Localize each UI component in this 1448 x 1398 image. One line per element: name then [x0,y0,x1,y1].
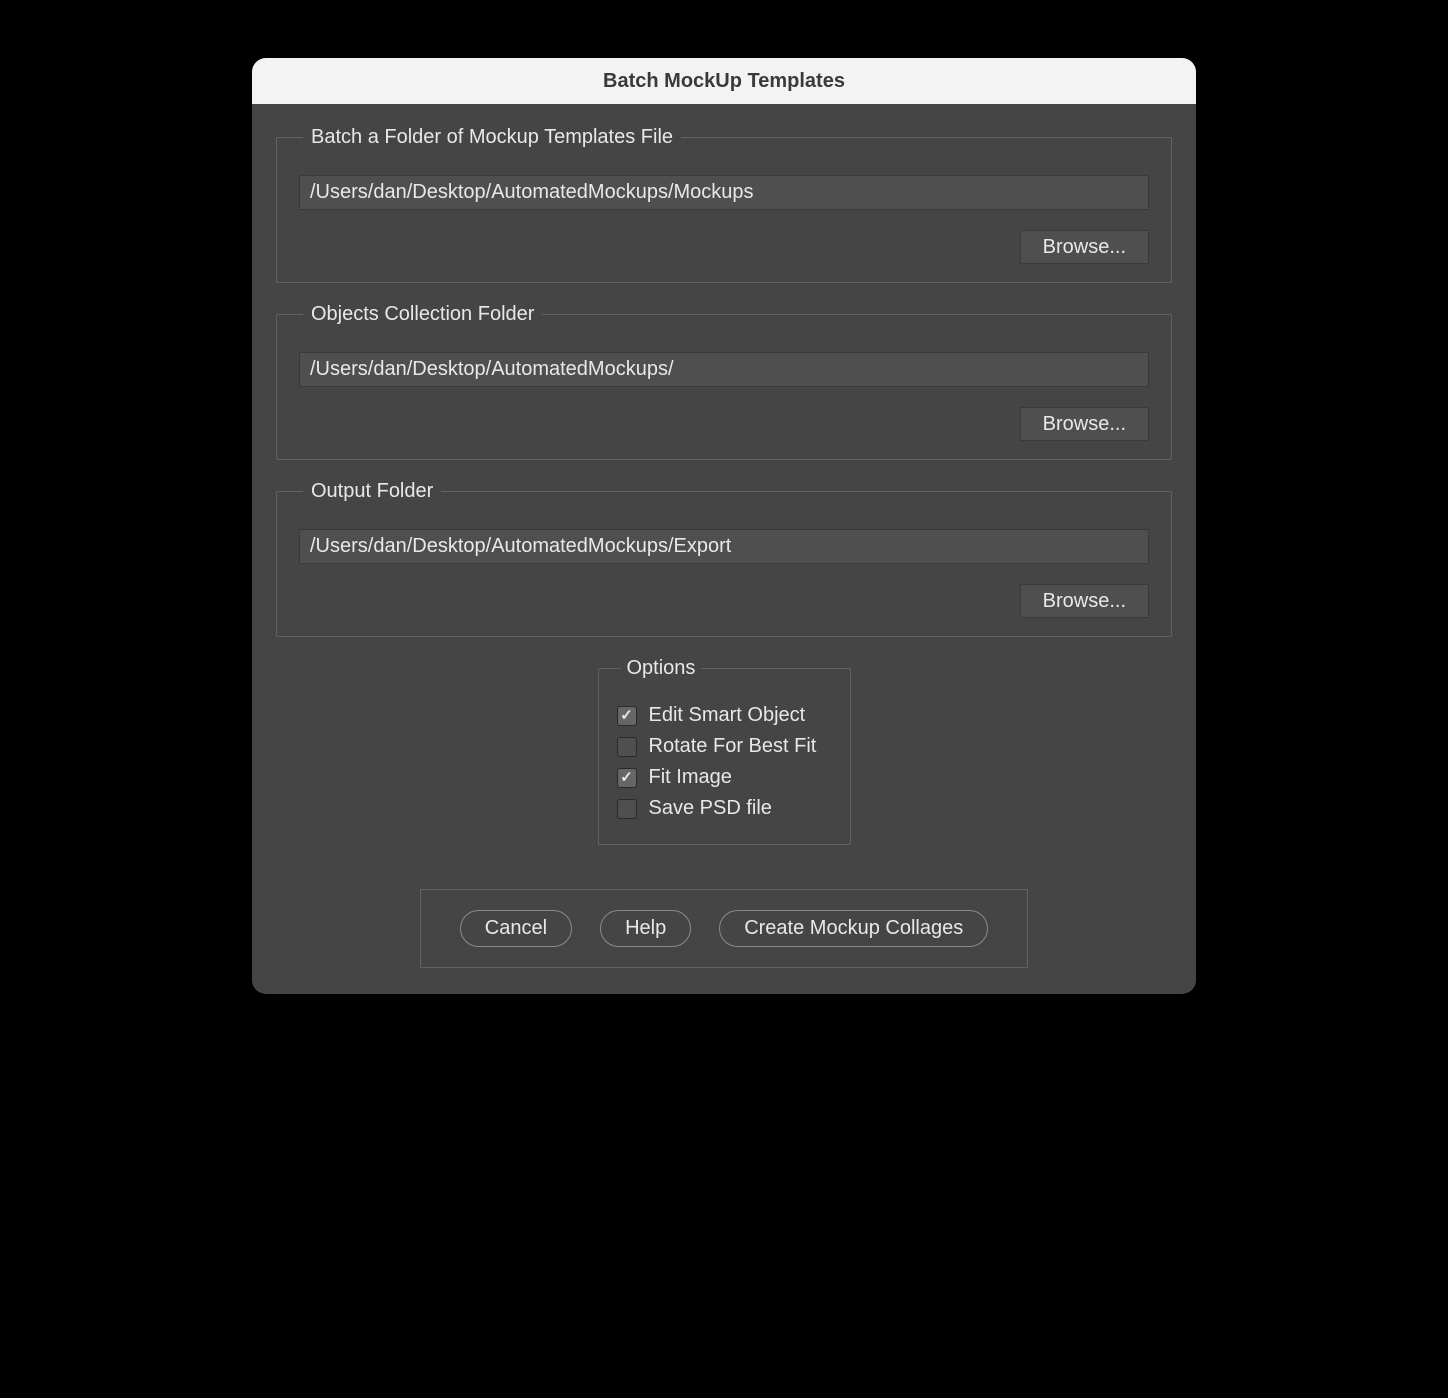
button-bar: Cancel Help Create Mockup Collages [420,889,1028,968]
output-folder-input[interactable] [299,529,1149,564]
create-mockup-collages-button[interactable]: Create Mockup Collages [719,910,988,947]
mockup-folder-input[interactable] [299,175,1149,210]
cancel-button[interactable]: Cancel [460,910,572,947]
objects-folder-input[interactable] [299,352,1149,387]
objects-browse-button[interactable]: Browse... [1020,407,1149,441]
option-edit-smart-object: Edit Smart Object [617,704,828,727]
options-legend: Options [621,657,702,680]
objects-folder-group: Objects Collection Folder Browse... [276,303,1172,460]
label-edit-smart-object: Edit Smart Object [649,704,806,727]
checkbox-fit-image[interactable] [617,768,637,788]
label-fit-image: Fit Image [649,766,732,789]
checkbox-rotate-best-fit[interactable] [617,737,637,757]
mockup-browse-row: Browse... [299,230,1149,264]
output-folder-legend: Output Folder [303,480,441,503]
footer-wrap: Cancel Help Create Mockup Collages [276,889,1172,968]
option-fit-image: Fit Image [617,766,828,789]
objects-browse-row: Browse... [299,407,1149,441]
dialog-content: Batch a Folder of Mockup Templates File … [252,104,1196,994]
output-browse-button[interactable]: Browse... [1020,584,1149,618]
dialog-titlebar: Batch MockUp Templates [252,58,1196,104]
checkbox-edit-smart-object[interactable] [617,706,637,726]
mockup-browse-button[interactable]: Browse... [1020,230,1149,264]
checkbox-save-psd[interactable] [617,799,637,819]
label-rotate-best-fit: Rotate For Best Fit [649,735,817,758]
option-rotate-best-fit: Rotate For Best Fit [617,735,828,758]
help-button[interactable]: Help [600,910,691,947]
objects-folder-legend: Objects Collection Folder [303,303,542,326]
label-save-psd: Save PSD file [649,797,772,820]
options-wrap: Options Edit Smart Object Rotate For Bes… [276,657,1172,865]
output-folder-group: Output Folder Browse... [276,480,1172,637]
dialog-title: Batch MockUp Templates [603,70,845,93]
output-browse-row: Browse... [299,584,1149,618]
mockup-folder-legend: Batch a Folder of Mockup Templates File [303,126,681,149]
dialog-window: Batch MockUp Templates Batch a Folder of… [252,58,1196,994]
mockup-folder-group: Batch a Folder of Mockup Templates File … [276,126,1172,283]
option-save-psd: Save PSD file [617,797,828,820]
options-group: Options Edit Smart Object Rotate For Bes… [598,657,851,845]
